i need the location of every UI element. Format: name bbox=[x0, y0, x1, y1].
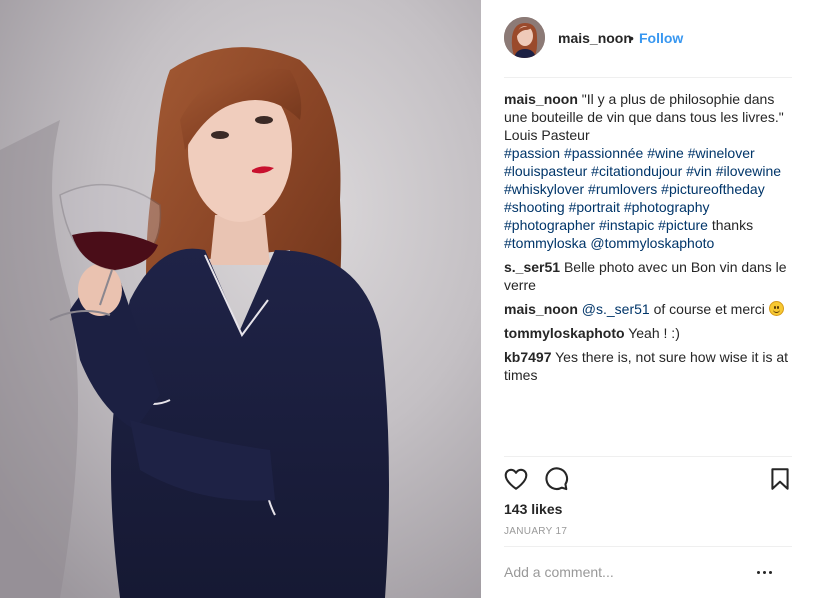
comment-text: of course et merci bbox=[653, 301, 765, 317]
hashtag-link[interactable]: #instapic bbox=[599, 217, 654, 233]
comment-username[interactable]: s._ser51 bbox=[504, 259, 560, 275]
portrait-image bbox=[0, 0, 481, 598]
caption: mais_noon "Il y a plus de philosophie da… bbox=[504, 90, 794, 252]
caption-middle-text: thanks bbox=[711, 217, 754, 233]
hashtag-link[interactable]: #passionnée bbox=[564, 145, 643, 161]
comment-mention[interactable]: @s._ser51 bbox=[582, 301, 650, 317]
hashtag-link[interactable]: #rumlovers bbox=[588, 181, 657, 197]
hashtag-link[interactable]: #photographer bbox=[504, 217, 595, 233]
bookmark-icon bbox=[771, 468, 789, 490]
comment-input-divider bbox=[504, 546, 792, 547]
speech-bubble-icon bbox=[545, 467, 569, 491]
add-comment-input[interactable] bbox=[504, 560, 744, 584]
like-button[interactable] bbox=[503, 466, 529, 492]
heart-icon bbox=[504, 468, 528, 490]
hashtag-link[interactable]: #wine bbox=[647, 145, 684, 161]
comment-button[interactable] bbox=[543, 466, 569, 492]
hashtag-link[interactable]: #shooting bbox=[504, 199, 565, 215]
likes-count[interactable]: 143 likes bbox=[504, 501, 562, 517]
hashtag-link[interactable]: #photography bbox=[624, 199, 710, 215]
comment-item: kb7497 Yes there is, not sure how wise i… bbox=[504, 348, 794, 384]
hashtag-link[interactable]: #citationdujour bbox=[591, 163, 682, 179]
comment-text: Yeah ! :) bbox=[628, 325, 680, 341]
hashtag-link[interactable]: #passion bbox=[504, 145, 560, 161]
save-button[interactable] bbox=[767, 466, 793, 492]
post-author-username[interactable]: mais_noon bbox=[558, 30, 632, 46]
caption-hashtags-2: #tommyloska bbox=[504, 235, 586, 251]
instagram-post: mais_noon • Follow mais_noon "Il y a plu… bbox=[0, 0, 814, 598]
avatar[interactable] bbox=[504, 17, 545, 58]
hashtag-link[interactable]: #tommyloska bbox=[504, 235, 586, 251]
post-header: mais_noon • Follow bbox=[481, 0, 814, 77]
avatar-image bbox=[504, 17, 545, 58]
post-photo[interactable] bbox=[0, 0, 481, 598]
separator-dot: • bbox=[629, 30, 634, 46]
comment-item: tommyloskaphoto Yeah ! :) bbox=[504, 324, 794, 342]
ellipsis-icon bbox=[763, 571, 766, 574]
hashtag-link[interactable]: #portrait bbox=[569, 199, 620, 215]
comment-item: mais_noon @s._ser51 of course et merci bbox=[504, 300, 794, 318]
hashtag-link[interactable]: #whiskylover bbox=[504, 181, 584, 197]
header-divider bbox=[504, 77, 792, 78]
post-side-panel: mais_noon • Follow mais_noon "Il y a plu… bbox=[481, 0, 814, 598]
action-bar bbox=[481, 464, 814, 496]
hashtag-link[interactable]: #winelover bbox=[688, 145, 755, 161]
comment-username[interactable]: tommyloskaphoto bbox=[504, 325, 625, 341]
more-options-button[interactable] bbox=[755, 563, 775, 581]
hashtag-link[interactable]: #louispasteur bbox=[504, 163, 587, 179]
comment-item: s._ser51 Belle photo avec un Bon vin dan… bbox=[504, 258, 794, 294]
hashtag-link[interactable]: #vin bbox=[686, 163, 712, 179]
caption-mention[interactable]: @tommyloskaphoto bbox=[590, 235, 714, 251]
post-date[interactable]: JANUARY 17 bbox=[504, 526, 567, 537]
hashtag-link[interactable]: #ilovewine bbox=[716, 163, 781, 179]
hashtag-link[interactable]: #picture bbox=[658, 217, 708, 233]
ellipsis-icon bbox=[757, 571, 760, 574]
comment-username[interactable]: mais_noon bbox=[504, 301, 578, 317]
actions-divider bbox=[504, 456, 792, 457]
smiling-face-emoji-icon bbox=[768, 301, 784, 316]
ellipsis-icon bbox=[769, 571, 772, 574]
comment-username[interactable]: kb7497 bbox=[504, 349, 551, 365]
hashtag-link[interactable]: #pictureoftheday bbox=[661, 181, 765, 197]
follow-button[interactable]: Follow bbox=[639, 30, 683, 46]
caption-username[interactable]: mais_noon bbox=[504, 91, 578, 107]
comments-section: mais_noon "Il y a plus de philosophie da… bbox=[504, 90, 794, 390]
